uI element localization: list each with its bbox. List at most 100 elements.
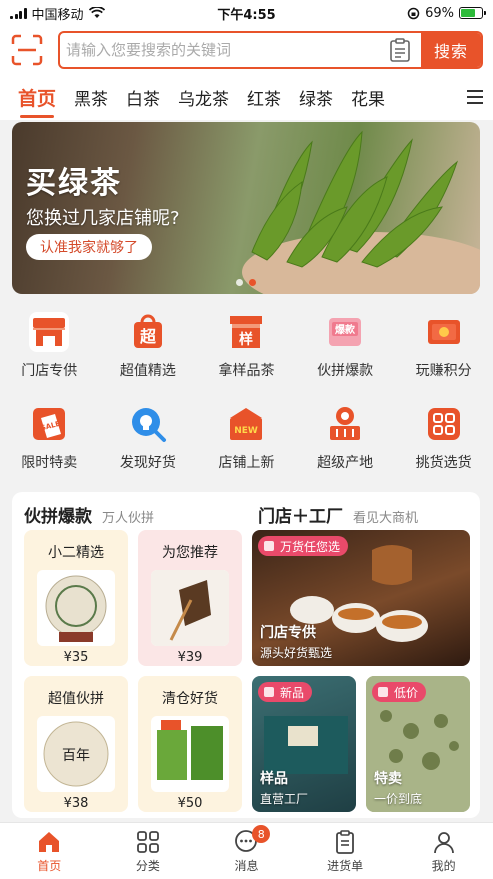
grid-label: 伙拼爆款 [317, 363, 374, 379]
category-icon [136, 831, 159, 853]
product-section: 伙拼爆款 万人伙拼 门店＋工厂 看见大商机 小二精选 ¥35 为您推荐 ¥39 … [12, 492, 480, 818]
product-price: ¥35 [63, 650, 89, 665]
tabbar-label: 分类 [135, 859, 160, 873]
banner-pagination [12, 279, 480, 286]
tabbar-label: 消息 [234, 859, 259, 873]
banner-cta-button[interactable]: 认准我家就够了 [26, 234, 152, 260]
search-button[interactable]: 搜索 [421, 33, 481, 67]
tab-home[interactable]: 首页 [18, 84, 56, 118]
grid-item-value-picks[interactable]: 超 超值精选 [99, 300, 198, 392]
product-price: ¥50 [177, 796, 203, 811]
clipboard-icon[interactable] [389, 38, 411, 62]
sale-tag-icon: SALE [29, 404, 69, 444]
tabbar-label: 首页 [37, 859, 62, 873]
puer-cake-image [37, 570, 115, 646]
tab-oolong[interactable]: 乌龙茶 [178, 85, 229, 110]
grid-label: 玩赚积分 [415, 363, 472, 379]
product-card-title: 清仓好货 [162, 691, 218, 707]
tabbar-label: 进货单 [327, 859, 364, 873]
idea-bulb-icon [128, 404, 168, 444]
tab-white-tea[interactable]: 白茶 [126, 85, 160, 110]
message-badge: 8 [252, 825, 271, 843]
banner-title: 买绿茶 [26, 166, 122, 201]
tabbar-messages[interactable]: 8 消息 [197, 823, 296, 879]
product-price: ¥38 [63, 796, 89, 811]
grid-label: 门店专供 [21, 363, 78, 379]
feature-name: 门店专供 [260, 625, 316, 641]
grid-item-sample-tea[interactable]: 样 拿样品茶 [197, 300, 296, 392]
grid-item-origin[interactable]: 超级产地 [296, 392, 395, 484]
search-header: 搜索 [0, 26, 493, 74]
category-tabs: 首页 黑茶 白茶 乌龙茶 红茶 绿茶 花果 [0, 74, 493, 120]
product-card[interactable]: 为您推荐 ¥39 [138, 530, 242, 666]
sale-name: 特卖 [374, 771, 402, 787]
group-buy-subtitle: 万人伙拼 [102, 511, 155, 526]
product-card[interactable]: 清仓好货 ¥50 [138, 676, 242, 812]
special-sale-card[interactable]: 低价 特卖 一价到底 [366, 676, 470, 812]
sample-card[interactable]: 新品 样品 直营工厂 [252, 676, 356, 812]
scan-icon[interactable] [10, 33, 44, 67]
tabbar-home[interactable]: 首页 [0, 823, 99, 879]
tab-black-tea[interactable]: 红茶 [247, 85, 281, 110]
grid-item-pick-goods[interactable]: 挑货选货 [394, 392, 493, 484]
search-box: 搜索 [58, 31, 483, 69]
sample-box-icon: 样 [226, 312, 266, 352]
signal-icon [10, 7, 27, 19]
hot-deal-icon: 爆款 [325, 312, 365, 352]
store-factory-subtitle: 看见大商机 [353, 511, 419, 526]
svg-text:样: 样 [239, 331, 253, 348]
grid-label: 店铺上新 [218, 455, 275, 471]
tab-dark-tea[interactable]: 黑茶 [74, 85, 108, 110]
grid-label: 拿样品茶 [218, 363, 275, 379]
product-card[interactable]: 超值伙拼 百年 ¥38 [24, 676, 128, 812]
svg-text:爆款: 爆款 [335, 323, 356, 336]
tabbar-profile[interactable]: 我的 [394, 823, 493, 879]
bottom-tab-bar: 首页 分类 8 消息 进货单 我的 [0, 822, 493, 879]
sale-tag: 低价 [372, 682, 427, 702]
product-card[interactable]: 小二精选 ¥35 [24, 530, 128, 666]
sample-tag: 新品 [258, 682, 313, 702]
svg-text:百年: 百年 [62, 748, 90, 764]
promo-banner[interactable]: 买绿茶 您换过几家店铺呢? 认准我家就够了 [12, 122, 480, 294]
storefront-icon [29, 312, 70, 352]
rotation-lock-icon [407, 7, 420, 19]
product-card-title: 为您推荐 [162, 545, 218, 561]
origin-basket-icon [325, 404, 365, 444]
menu-icon[interactable] [457, 74, 493, 120]
wifi-icon [88, 7, 105, 18]
store-factory-header[interactable]: 门店＋工厂 看见大商机 [258, 502, 418, 527]
grid-item-flash-sale[interactable]: SALE 限时特卖 [0, 392, 99, 484]
tab-flower-fruit[interactable]: 花果 [351, 85, 385, 110]
group-buy-header[interactable]: 伙拼爆款 万人伙拼 [24, 502, 154, 527]
grid-label: 发现好货 [119, 455, 176, 471]
tabbar-label: 我的 [431, 859, 456, 873]
banner-subtitle: 您换过几家店铺呢? [26, 208, 180, 229]
sample-name: 样品 [260, 771, 288, 787]
product-price: ¥39 [177, 650, 203, 665]
puer-cake-image: 百年 [37, 716, 115, 792]
tab-green-tea[interactable]: 绿茶 [299, 85, 333, 110]
battery-icon [459, 7, 486, 19]
green-tea-box-image [151, 716, 229, 792]
tabbar-order-list[interactable]: 进货单 [296, 823, 395, 879]
grid-item-store-exclusive[interactable]: 门店专供 [0, 300, 99, 392]
grid-label: 超级产地 [317, 455, 374, 471]
grid-item-earn-points[interactable]: 玩赚积分 [394, 300, 493, 392]
sample-desc: 直营工厂 [260, 792, 309, 806]
tabbar-category[interactable]: 分类 [99, 823, 198, 879]
banner-dot [236, 279, 243, 286]
tea-brick-image [151, 570, 229, 646]
select-grid-icon [424, 404, 464, 444]
sale-desc: 一价到底 [374, 792, 423, 806]
new-shop-icon: NEW [226, 404, 266, 444]
svg-text:NEW: NEW [235, 426, 259, 436]
grid-label: 限时特卖 [21, 455, 78, 471]
store-exclusive-card[interactable]: 万货任您选 门店专供 源头好货甄选 [252, 530, 470, 666]
feature-desc: 源头好货甄选 [260, 646, 333, 660]
grid-item-discover[interactable]: 发现好货 [99, 392, 198, 484]
order-list-icon [336, 830, 354, 854]
points-coupon-icon [424, 312, 464, 352]
grid-item-hot-deals[interactable]: 爆款 伙拼爆款 [296, 300, 395, 392]
grid-item-new-shop[interactable]: NEW 店铺上新 [197, 392, 296, 484]
search-input[interactable] [60, 41, 389, 59]
